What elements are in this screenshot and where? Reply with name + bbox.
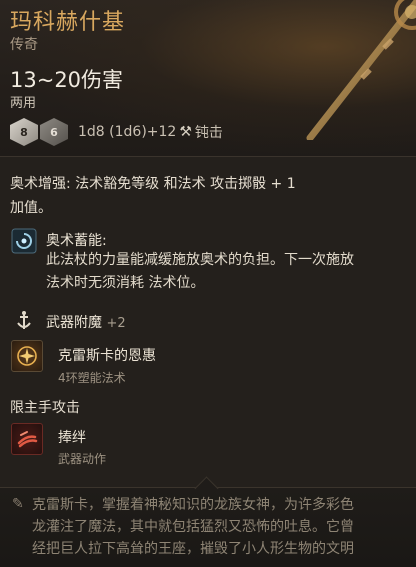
mainhand-label: 限主手攻击 [10, 400, 80, 416]
lore-text: 克雷斯卡，掌握着神秘知识的龙族女神，为许多彩色 龙灌注了魔法，其中就包括猛烈又恐… [32, 494, 408, 560]
blunt-hammer-icon: ⚒ [179, 124, 192, 140]
spell-subtitle: 4环塑能法术 [58, 371, 126, 385]
item-tooltip: 玛科赫什基 传奇 13~20伤害 两用 8 6 1d8 (1d6)+12 ⚒ 钝… [0, 0, 416, 567]
scroll-quill-icon: ✎ [12, 496, 24, 512]
tooltip-header: 玛科赫什基 传奇 13~20伤害 两用 8 6 1d8 (1d6)+12 ⚒ 钝… [0, 0, 416, 157]
item-handedness: 两用 [10, 96, 37, 111]
sun-burst-icon[interactable] [11, 340, 43, 372]
arcane-charge-title: 奥术蓄能: [46, 233, 107, 249]
enchant-label: 武器附魔 [46, 315, 102, 331]
arcane-charge-desc-1: 此法杖的力量能减缓施放奥术的负担。下一次施放 [46, 252, 354, 268]
staff-artwork [306, 0, 416, 140]
anchor-enchant-icon [10, 307, 38, 335]
lore-line-3: 经把巨人拉下高耸的王座，摧毁了小人形生物的文明 [32, 541, 354, 557]
spell-name[interactable]: 克雷斯卡的恩惠 [58, 345, 156, 365]
damage-type: 钝击 [194, 125, 223, 141]
tooltip-body: 奥术增强: 法术豁免等级 和法术 攻击掷骰 + 1 加值。 奥术蓄能: 此法杖的… [0, 157, 416, 487]
passive-line-2: 加值。 [10, 200, 52, 216]
item-damage: 13~20伤害 [10, 68, 124, 92]
lore-line-2: 龙灌注了魔法，其中就包括猛烈又恐怖的吐息。它曾 [32, 519, 354, 535]
trip-weapon-icon[interactable] [11, 423, 43, 455]
lore-line-1: 克雷斯卡，掌握着神秘知识的龙族女神，为许多彩色 [32, 497, 354, 513]
action-subtitle: 武器动作 [58, 452, 107, 466]
item-rarity: 传奇 [10, 37, 38, 53]
d8-die-icon: 8 [10, 118, 38, 146]
lore-section: ✎ 克雷斯卡，掌握着神秘知识的龙族女神，为许多彩色 龙灌注了魔法，其中就包括猛烈… [0, 476, 416, 567]
enchant-bonus: +2 [106, 316, 126, 331]
item-name: 玛科赫什基 [10, 10, 126, 35]
dice-row: 8 6 1d8 (1d6)+12 ⚒ 钝击 [10, 115, 223, 149]
enchant-row: 武器附魔 +2 [46, 312, 126, 332]
dice-formula: 1d8 (1d6)+12 [78, 124, 177, 140]
arcane-charge-desc-2: 法术时无须消耗 法术位。 [46, 275, 205, 291]
passive-line-1: 奥术增强: 法术豁免等级 和法术 攻击掷骰 + 1 [10, 176, 296, 192]
action-name[interactable]: 捧绊 [58, 427, 86, 447]
d6-die-icon: 6 [40, 118, 68, 146]
arcane-swirl-icon [10, 227, 38, 255]
